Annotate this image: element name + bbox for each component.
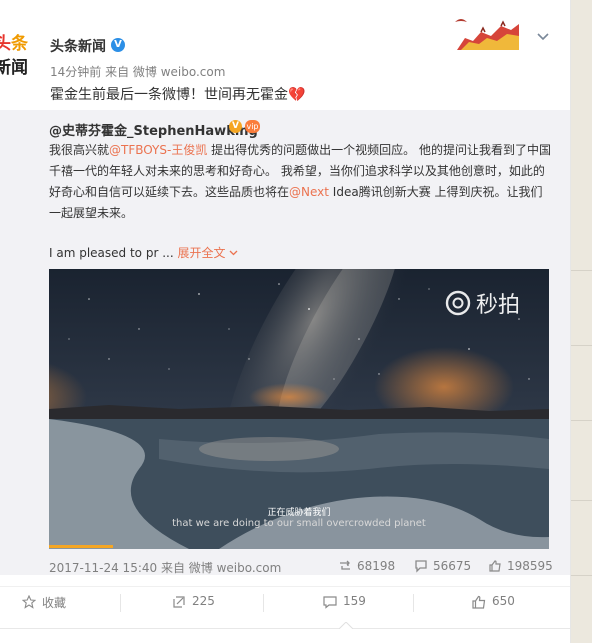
divider <box>0 586 570 587</box>
video-progress-bar[interactable] <box>49 545 113 548</box>
verified-badge-icon: V <box>229 120 242 133</box>
weibo-feed-card: 头条 新闻 头条新闻 V 14分钟前 来自 微博 weibo.com 霍金生前最… <box>0 0 571 643</box>
comment-icon <box>323 596 337 609</box>
original-author-link[interactable]: @史蒂芬霍金_StephenHawking <box>49 120 258 139</box>
video-watermark: 秒拍 <box>476 293 521 318</box>
video-subtitle-en: that we are doing to our small overcrowd… <box>172 518 426 529</box>
comment-icon <box>415 560 427 573</box>
mention-link[interactable]: @TFBOYS-王俊凯 <box>109 143 207 157</box>
repost-icon <box>173 596 185 608</box>
avatar[interactable]: 头条 新闻 <box>0 34 36 82</box>
vip-badge-icon: vip <box>245 120 260 133</box>
star-icon <box>22 595 36 609</box>
video-player[interactable]: 秒拍 正在威胁着我们 that we are doing to our smal… <box>49 269 549 549</box>
expand-full-text-link[interactable]: 展开全文 <box>177 246 238 260</box>
active-tab-caret-icon <box>339 622 353 629</box>
post-meta[interactable]: 14分钟前 来自 微博 weibo.com <box>50 63 225 80</box>
author-name[interactable]: 头条新闻 <box>50 36 106 56</box>
repost-icon <box>340 560 350 570</box>
verified-badge-icon: V <box>111 38 125 52</box>
original-post-text: 我很高兴就@TFBOYS-王俊凯 提出得优秀的问题做出一个视频回应。 他的提问让… <box>49 143 551 220</box>
thumbs-up-icon <box>472 595 486 609</box>
post-text: 霍金生前最后一条微博！世间再无霍金💔 <box>50 87 306 103</box>
chevron-down-icon[interactable] <box>536 30 550 44</box>
divider <box>0 628 570 629</box>
divider <box>120 594 121 612</box>
broken-heart-icon: 💔 <box>288 87 306 103</box>
divider <box>263 594 264 612</box>
great-wall-banner-icon <box>451 14 519 50</box>
english-preview: I am pleased to pr ... 展开全文 <box>49 244 238 261</box>
page-background-right <box>570 0 592 643</box>
miaopai-logo-icon <box>444 289 472 317</box>
video-subtitle-zh: 正在威胁着我们 <box>267 508 331 518</box>
mention-link[interactable]: @Next <box>289 185 329 199</box>
chevron-down-icon <box>229 250 238 256</box>
thumbs-up-icon <box>489 560 501 572</box>
divider <box>413 594 414 612</box>
original-post-meta[interactable]: 2017-11-24 15:40 来自 微博 weibo.com <box>49 559 281 576</box>
